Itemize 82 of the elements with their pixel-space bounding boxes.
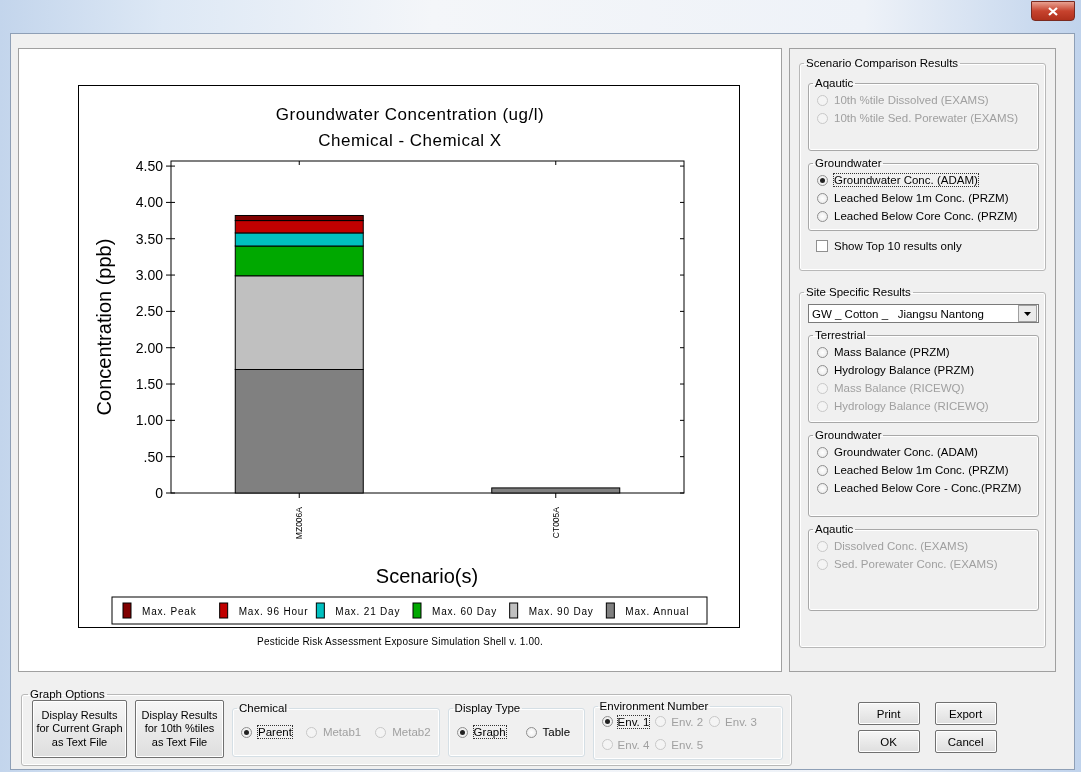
- radio-label: Graph: [473, 726, 506, 738]
- dropdown-arrow-icon: [1024, 311, 1031, 316]
- legend-label: Max. 21 Day: [335, 606, 401, 617]
- radio-label: Leached Below 1m Conc. (PRZM): [834, 464, 1009, 476]
- radio-label: Table: [542, 726, 571, 738]
- radio-label: Env. 3: [725, 715, 757, 728]
- y-axis-title: Concentration (ppb): [93, 238, 115, 416]
- radio-button[interactable]: [817, 482, 828, 494]
- close-button[interactable]: [1031, 1, 1075, 21]
- group-title: Groundwater: [814, 429, 883, 441]
- legend-label: Max. Annual: [625, 606, 690, 617]
- radio-label: Leached Below 1m Conc. (PRZM): [834, 192, 1009, 204]
- radio-button[interactable]: [817, 446, 828, 458]
- radio-label: Parent: [258, 726, 292, 738]
- y-tick-label: 2.00: [135, 339, 163, 356]
- x-category-label: CT005A: [550, 507, 561, 539]
- radio-button[interactable]: [525, 726, 537, 738]
- group-title: Aqautic: [814, 523, 855, 535]
- chart-caption: Pesticide Risk Assessment Exposure Simulation Shell v. 1.00.: [257, 636, 543, 647]
- group-title: Graph Options: [29, 688, 106, 700]
- legend-label: Max. 96 Hour: [238, 606, 309, 617]
- legend-label: Max. 60 Day: [432, 606, 497, 617]
- group-title: Display Type: [453, 702, 522, 714]
- radio-label: Env. 1: [617, 715, 650, 728]
- radio-button[interactable]: [817, 464, 828, 476]
- radio-label: Env. 2: [671, 715, 704, 728]
- radio-button[interactable]: [817, 192, 828, 204]
- y-tick-label: 2.50: [135, 303, 163, 320]
- radio-button[interactable]: [456, 726, 468, 738]
- y-tick-label: 1.50: [135, 376, 163, 393]
- close-icon: [1048, 6, 1058, 16]
- export-text-button[interactable]: Display Results for Current Graph as Text File: [32, 700, 127, 758]
- radio-label: Mass Balance (RICEWQ): [834, 382, 965, 394]
- group-title: Aqautic: [814, 77, 855, 89]
- group-title: Terrestrial: [814, 329, 867, 341]
- radio-label: Metab2: [392, 726, 431, 738]
- legend-label: Max. 90 Day: [528, 606, 594, 617]
- dialog-button[interactable]: Export: [934, 702, 997, 725]
- radio-label: 10th %tile Dissolved (EXAMS): [834, 94, 989, 106]
- group-title: Site Specific Results: [805, 286, 912, 298]
- export-text-button[interactable]: Display Results for 10th %tiles as Text File: [135, 700, 224, 758]
- radio-button[interactable]: [817, 364, 828, 376]
- chart-title: Groundwater Concentration (ug/l): [275, 105, 545, 124]
- radio-button[interactable]: [817, 346, 828, 358]
- radio-button[interactable]: [817, 174, 828, 186]
- dialog-button[interactable]: Print: [857, 702, 920, 725]
- radio-button[interactable]: [601, 716, 613, 727]
- radio-label: Mass Balance (PRZM): [834, 346, 950, 358]
- y-tick-label: .50: [143, 448, 163, 465]
- radio-label: Sed. Porewater Conc. (EXAMS): [834, 558, 998, 570]
- radio-label: Env. 4: [617, 738, 650, 751]
- y-tick-label: 3.00: [135, 267, 163, 284]
- radio-label: Leached Below Core - Conc.(PRZM): [834, 482, 1022, 494]
- y-tick-label: 4.00: [135, 194, 163, 211]
- x-axis-title: Scenario(s): [375, 565, 479, 587]
- radio-label: Hydrology Balance (PRZM): [834, 364, 974, 376]
- scenario-dropdown[interactable]: GW _ Cotton _ Jiangsu Nantong: [808, 304, 1039, 323]
- radio-label: Env. 5: [671, 738, 704, 751]
- checkbox[interactable]: [816, 240, 828, 252]
- radio-label: Leached Below Core Conc. (PRZM): [834, 210, 1018, 222]
- group-title: Groundwater: [814, 157, 883, 169]
- y-tick-label: 0: [155, 485, 163, 501]
- radio-label: Hydrology Balance (RICEWQ): [834, 400, 989, 412]
- radio-label: Metab1: [322, 726, 362, 738]
- group-title: Scenario Comparison Results: [805, 57, 960, 69]
- y-tick-label: 3.50: [135, 230, 163, 247]
- dialog-button[interactable]: OK: [857, 730, 920, 753]
- radio-button[interactable]: [817, 210, 828, 222]
- radio-label: 10th %tile Sed. Porewater (EXAMS): [834, 112, 1019, 124]
- radio-label: Dissolved Conc. (EXAMS): [834, 540, 969, 552]
- group-title: Chemical: [238, 702, 288, 714]
- checkbox-label: Show Top 10 results only: [834, 240, 962, 252]
- y-tick-label: 1.00: [135, 412, 163, 429]
- y-tick-label: 4.50: [135, 158, 163, 175]
- group-title: Environment Number: [598, 700, 710, 712]
- radio-button[interactable]: [241, 726, 252, 738]
- x-category-label: MZ006A: [294, 507, 305, 540]
- chart-subtitle: Chemical - Chemical X: [318, 131, 502, 150]
- radio-label: Groundwater Conc. (ADAM): [834, 446, 978, 458]
- dialog-button[interactable]: Cancel: [934, 730, 997, 753]
- radio-label: Groundwater Conc. (ADAM): [834, 174, 978, 186]
- legend-label: Max. Peak: [142, 606, 197, 617]
